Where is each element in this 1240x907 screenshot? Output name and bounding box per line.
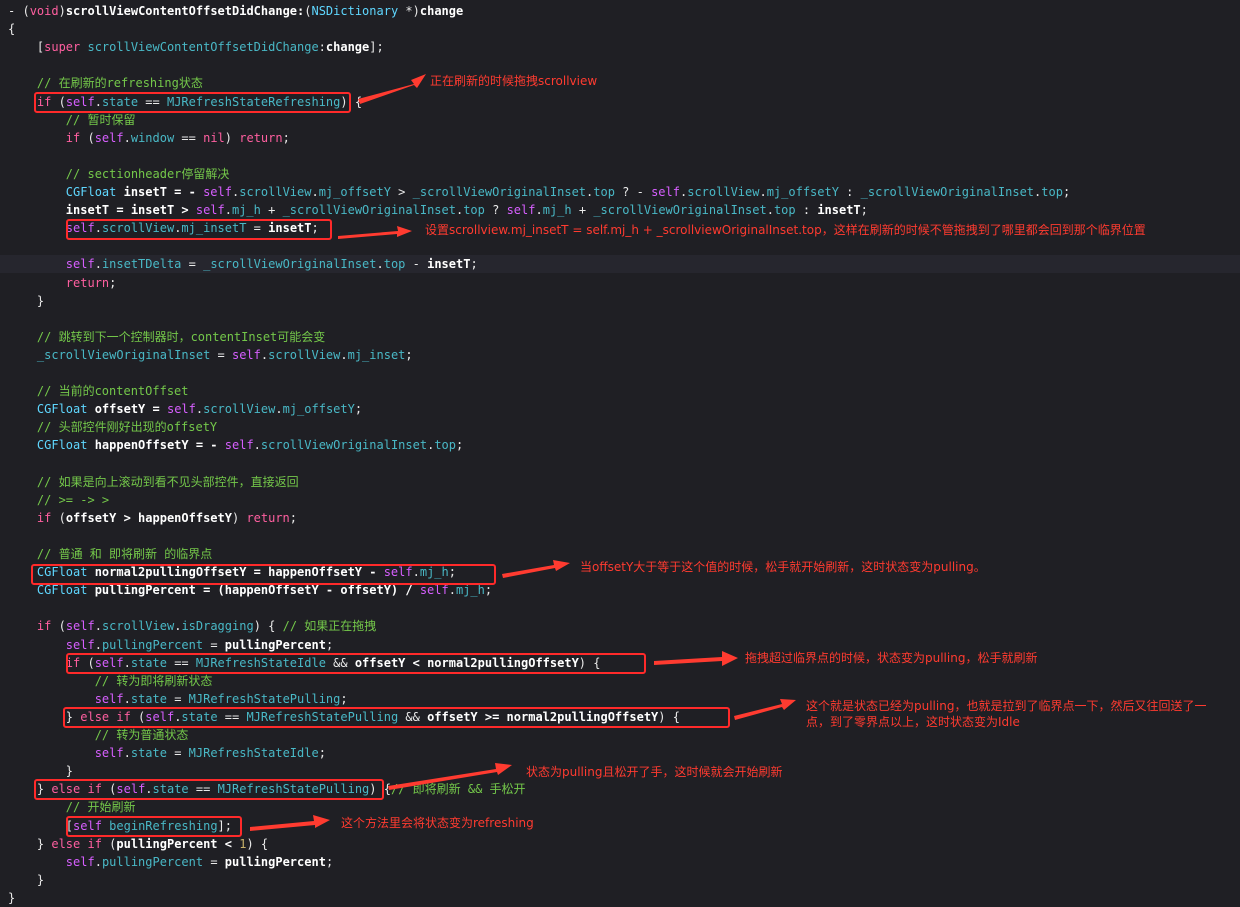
annotation-begin-refreshing: 这个方法里会将状态变为refreshing [341, 816, 534, 830]
arrow-3 [502, 560, 570, 578]
annotation-released: 状态为pulling且松开了手，这时候就会开始刷新 [526, 765, 783, 779]
arrow-7 [250, 815, 330, 831]
arrow-5 [734, 699, 796, 720]
arrow-1 [358, 74, 426, 104]
annotation-refreshing-drag: 正在刷新的时候拖拽scrollview [430, 74, 598, 88]
annotation-set-inset: 设置scrollview.mj_insetT = self.mj_h + _sc… [425, 223, 1146, 237]
annotation-critical-value: 当offsetY大于等于这个值的时候，松手就开始刷新，这时状态变为pulling… [580, 560, 986, 574]
arrow-4 [654, 651, 738, 666]
annotation-back-to-idle: 这个就是状态已经为pulling，也就是拉到了临界点一下，然后又往回送了一点，到… [806, 699, 1207, 729]
arrow-2 [338, 226, 412, 239]
annotation-past-critical: 拖拽超过临界点的时候，状态变为pulling，松手就刷新 [745, 651, 1038, 665]
arrow-6 [388, 763, 512, 790]
